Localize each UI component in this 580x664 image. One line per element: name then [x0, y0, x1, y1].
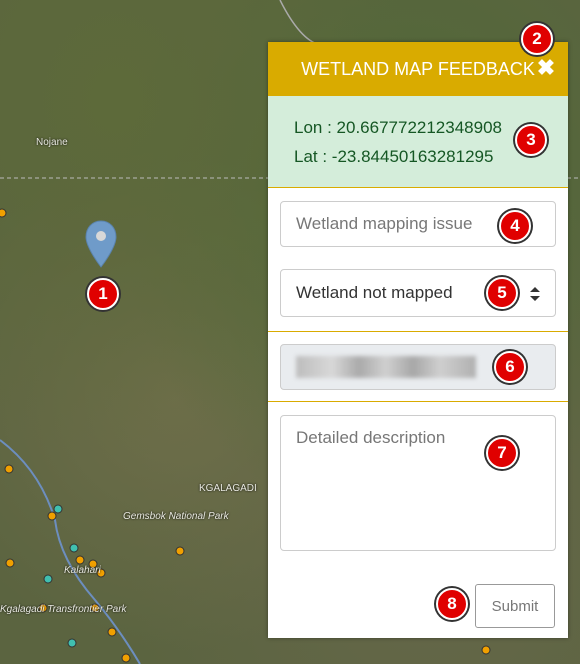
annotation-badge-5: 5	[486, 277, 518, 309]
map-label-kgalagadi: KGALAGADI	[199, 483, 257, 494]
panel-header: WETLAND MAP FEEDBACK ✖	[268, 42, 568, 96]
annotation-badge-6: 6	[494, 351, 526, 383]
panel-title: WETLAND MAP FEEDBACK	[301, 58, 535, 79]
annotation-badge-7: 7	[486, 437, 518, 469]
map-point	[4, 464, 14, 474]
annotation-badge-3: 3	[515, 124, 547, 156]
map-point	[0, 208, 7, 218]
map-point	[43, 574, 53, 584]
close-icon[interactable]: ✖	[536, 57, 556, 79]
issue-placeholder: Wetland mapping issue	[296, 214, 473, 233]
map-point	[121, 653, 131, 663]
annotation-badge-1: 1	[87, 278, 119, 310]
map-point	[481, 645, 491, 655]
river-line	[0, 439, 141, 664]
map-label-gemsbok: Gemsbok National Park	[123, 511, 229, 522]
sort-arrows-icon	[530, 287, 540, 301]
redacted-text	[296, 356, 476, 378]
road-line	[279, 0, 321, 46]
issue-section: Wetland mapping issue Wetland not mapped	[268, 188, 568, 332]
map-point	[53, 504, 63, 514]
annotation-badge-4: 4	[499, 210, 531, 242]
map-label-nojane: Nojane	[36, 137, 68, 148]
annotation-badge-8: 8	[436, 588, 468, 620]
map-point	[107, 627, 117, 637]
map-point	[175, 546, 185, 556]
map-label-transfrontier: Kgalagadi Transfrontier Park	[0, 604, 127, 615]
map-point	[75, 555, 85, 565]
map-point	[5, 558, 15, 568]
description-section: Detailed description	[268, 402, 568, 551]
annotation-badge-2: 2	[521, 23, 553, 55]
map-label-kalahari: Kalahari	[64, 565, 101, 576]
map-point	[67, 638, 77, 648]
select-value: Wetland not mapped	[296, 283, 453, 302]
description-placeholder: Detailed description	[296, 428, 446, 447]
submit-button[interactable]: Submit	[475, 584, 555, 628]
description-textarea[interactable]: Detailed description	[280, 415, 556, 551]
map-point	[69, 543, 79, 553]
map-pin-icon[interactable]	[84, 220, 118, 268]
map-point	[47, 511, 57, 521]
